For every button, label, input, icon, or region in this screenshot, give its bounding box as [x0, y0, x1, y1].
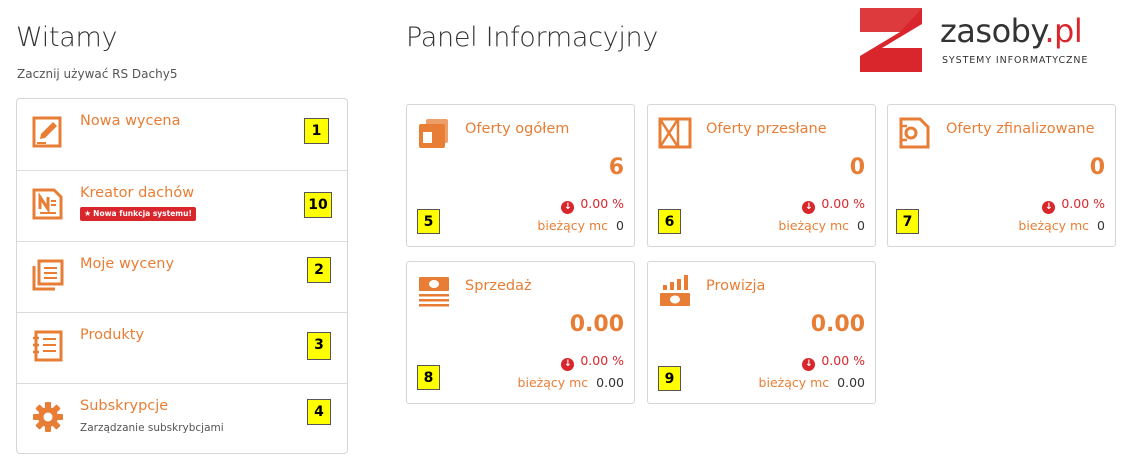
- number-badge: 10: [304, 192, 332, 218]
- card-month: bieżący mc 0: [537, 218, 624, 233]
- logo-tagline: SYSTEMY INFORMATYCZNE: [942, 55, 1089, 66]
- card-offers-total[interactable]: Oferty ogółem 6 ↓ 0.00 % bieżący mc 0 5: [406, 104, 635, 247]
- card-value: 0: [849, 155, 865, 180]
- menu-item-new-quote[interactable]: Nowa wycena: [17, 99, 347, 170]
- card-value: 0: [1089, 155, 1105, 180]
- card-change: ↓ 0.00 %: [561, 353, 624, 371]
- main-menu: Nowa wycena 1 Kreator dachów ★ Nowa funkc…: [16, 98, 348, 454]
- product-list-icon: [33, 330, 63, 362]
- card-value: 6: [608, 155, 624, 180]
- menu-item-label: Kreator dachów: [80, 185, 195, 201]
- number-badge: 9: [658, 366, 681, 391]
- welcome-subtitle: Zacznij używać RS Dachy5: [17, 67, 178, 81]
- card-change: ↓ 0.00 %: [802, 196, 865, 214]
- offers-sent-icon: [658, 117, 692, 149]
- welcome-title: Witamy: [16, 22, 118, 53]
- new-feature-badge: ★ Nowa funkcja systemu!: [80, 207, 196, 221]
- number-badge: 4: [307, 399, 331, 425]
- number-badge: 8: [417, 365, 440, 390]
- card-value: 0.00: [810, 312, 865, 337]
- card-commission[interactable]: Prowizja 0.00 ↓ 0.00 % bieżący mc 0.00 9: [647, 261, 876, 404]
- card-sales[interactable]: Sprzedaż 0.00 ↓ 0.00 % bieżący mc 0.00 8: [406, 261, 635, 404]
- menu-item-my-quotes[interactable]: Moje wyceny: [17, 241, 347, 312]
- card-month: bieżący mc 0: [1018, 218, 1105, 233]
- company-logo: zasoby.pl SYSTEMY INFORMATYCZNE: [860, 8, 1100, 72]
- card-change: ↓ 0.00 %: [1042, 196, 1105, 214]
- menu-item-label: Nowa wycena: [80, 113, 181, 129]
- number-badge: 1: [304, 118, 329, 144]
- card-change: ↓ 0.00 %: [561, 196, 624, 214]
- card-title: Oferty przesłane: [706, 121, 827, 137]
- offers-finalized-icon: [899, 117, 930, 149]
- arrow-down-circle-icon: ↓: [802, 358, 816, 371]
- zasoby-logo-mark: [860, 8, 922, 72]
- card-offers-finalized[interactable]: Oferty zfinalizowane 0 ↓ 0.00 % bieżący m…: [887, 104, 1116, 247]
- number-badge: 6: [658, 209, 681, 234]
- card-title: Prowizja: [706, 278, 766, 294]
- card-title: Sprzedaż: [465, 278, 532, 294]
- number-badge: 7: [896, 209, 919, 234]
- panel-title: Panel Informacyjny: [406, 22, 659, 53]
- arrow-down-circle-icon: ↓: [561, 358, 575, 371]
- sales-money-icon: [419, 277, 449, 307]
- star-icon: ★: [84, 209, 92, 218]
- menu-item-label: Moje wyceny: [80, 256, 175, 272]
- card-title: Oferty ogółem: [465, 121, 570, 137]
- arrow-down-circle-icon: ↓: [802, 201, 816, 214]
- gear-icon: [33, 402, 63, 432]
- number-badge: 5: [417, 209, 440, 234]
- menu-item-label: Produkty: [80, 327, 145, 343]
- card-change: ↓ 0.00 %: [802, 353, 865, 371]
- number-badge: 2: [307, 257, 331, 283]
- document-n-icon: [32, 188, 63, 220]
- card-month: bieżący mc 0: [778, 218, 865, 233]
- card-month: bieżący mc 0.00: [517, 375, 624, 390]
- menu-item-subscriptions[interactable]: Subskrypcje Zarządzanie subskrybcjami: [17, 383, 347, 454]
- menu-item-products[interactable]: Produkty: [17, 312, 347, 383]
- card-offers-sent[interactable]: Oferty przesłane 0 ↓ 0.00 % bieżący mc 0 6: [647, 104, 876, 247]
- arrow-down-circle-icon: ↓: [1042, 201, 1056, 214]
- card-month: bieżący mc 0.00: [758, 375, 865, 390]
- offers-all-icon: [419, 119, 448, 148]
- menu-item-label: Subskrypcje: [80, 398, 169, 414]
- number-badge: 3: [307, 332, 331, 360]
- commission-chart-icon: [660, 275, 690, 306]
- menu-item-sublabel: Zarządzanie subskrybcjami: [80, 422, 224, 434]
- arrow-down-circle-icon: ↓: [561, 201, 575, 214]
- card-title: Oferty zfinalizowane: [946, 121, 1095, 137]
- menu-item-roof-creator[interactable]: Kreator dachów ★ Nowa funkcja systemu!: [17, 170, 347, 241]
- edit-document-icon: [32, 116, 62, 148]
- card-value: 0.00: [569, 312, 624, 337]
- logo-wordmark: zasoby.pl: [940, 12, 1083, 50]
- documents-stack-icon: [32, 259, 64, 291]
